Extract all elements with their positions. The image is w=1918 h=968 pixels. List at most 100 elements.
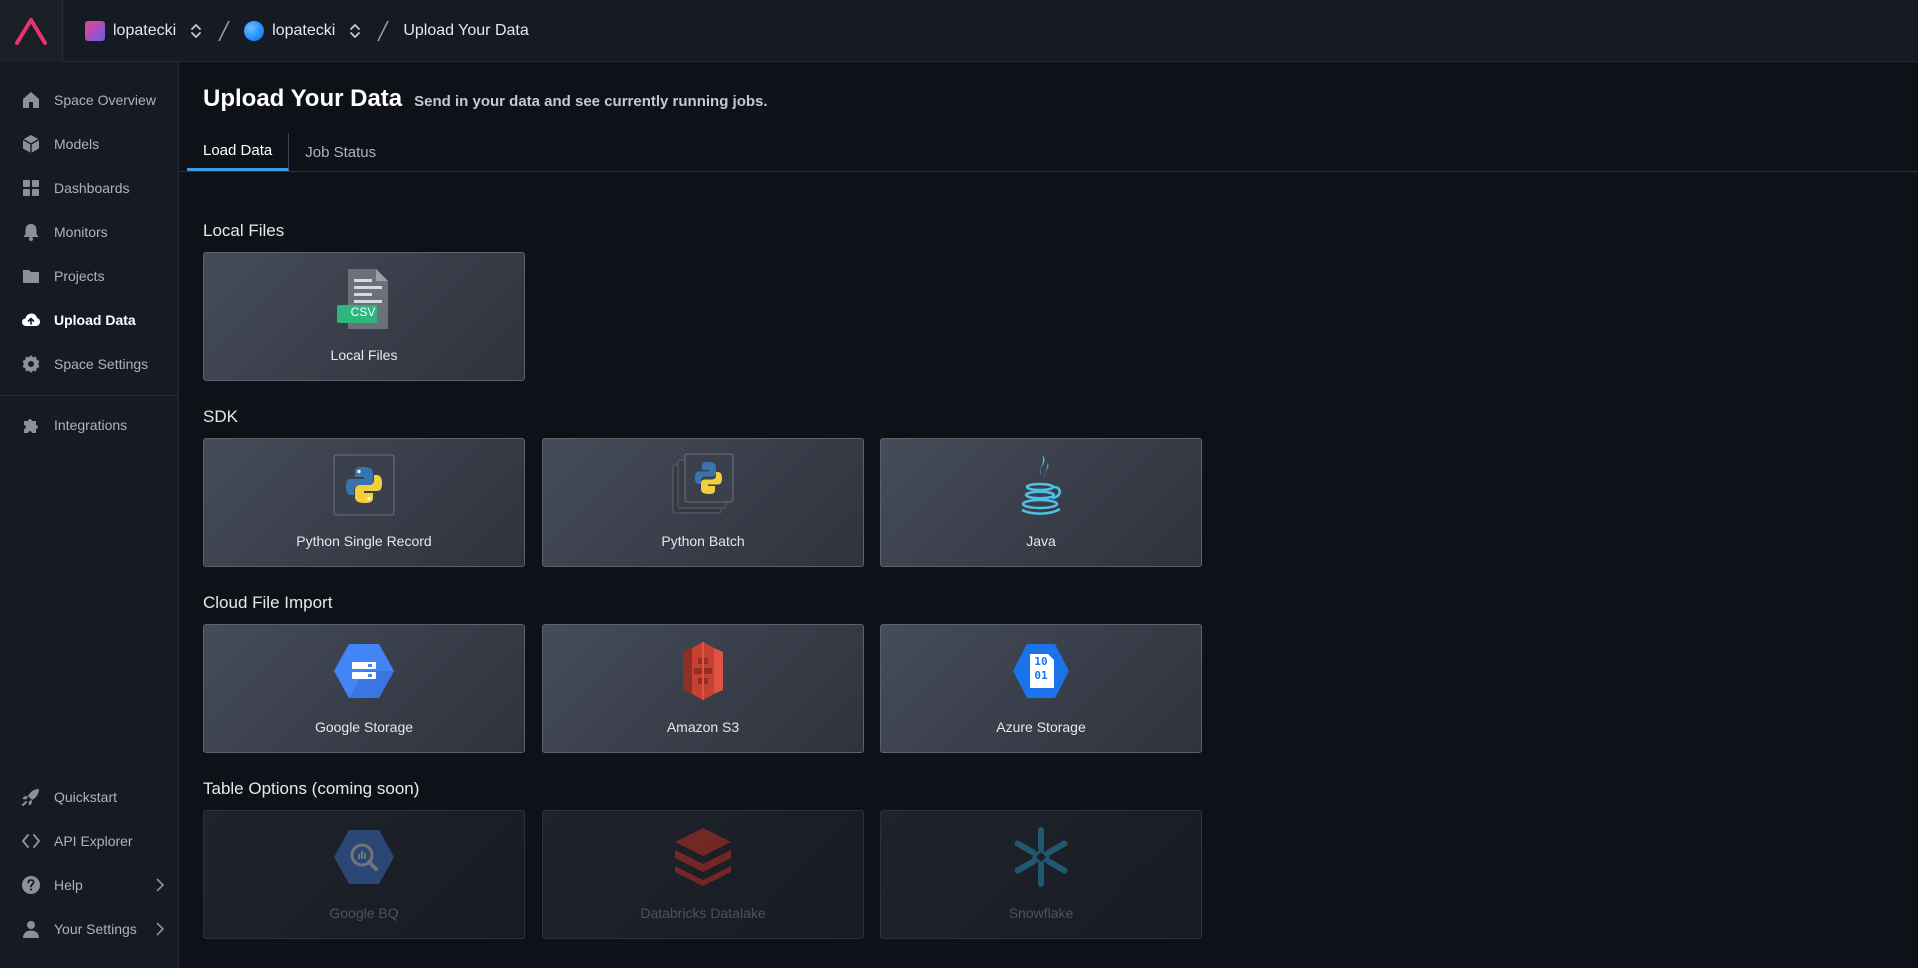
card-label: Snowflake bbox=[1008, 905, 1074, 921]
card-databricks-datalake: Databricks Datalake bbox=[542, 810, 864, 939]
card-label: Databricks Datalake bbox=[640, 905, 766, 921]
user-icon bbox=[20, 918, 42, 940]
card-local-files[interactable]: CSV Local Files bbox=[203, 252, 525, 381]
sidebar-item-label: Monitors bbox=[54, 224, 108, 240]
card-label: Python Single Record bbox=[296, 533, 432, 549]
amazon-s3-icon bbox=[543, 639, 863, 703]
breadcrumb-separator bbox=[214, 17, 234, 45]
card-snowflake: Snowflake bbox=[880, 810, 1202, 939]
top-bar: lopatecki lopatecki Upload Your Data bbox=[0, 0, 1918, 62]
sidebar-item-quickstart[interactable]: Quickstart bbox=[0, 777, 179, 817]
tabs-divider bbox=[180, 171, 1918, 172]
sidebar-item-integrations[interactable]: Integrations bbox=[0, 405, 179, 445]
google-storage-icon bbox=[204, 639, 524, 703]
code-icon bbox=[20, 830, 42, 852]
page-subtitle: Send in your data and see currently runn… bbox=[414, 93, 768, 110]
section-title-sdk: SDK bbox=[203, 407, 238, 426]
tab-job-status[interactable]: Job Status bbox=[289, 133, 392, 171]
sidebar-item-models[interactable]: Models bbox=[0, 124, 179, 164]
java-icon bbox=[881, 453, 1201, 517]
sidebar-item-label: Space Overview bbox=[54, 92, 156, 108]
card-azure-storage[interactable]: 10 01 Azure Storage bbox=[880, 624, 1202, 753]
chevron-right-icon bbox=[156, 878, 165, 892]
sidebar-item-dashboards[interactable]: Dashboards bbox=[0, 168, 179, 208]
sidebar-item-label: Help bbox=[54, 877, 83, 893]
card-google-storage[interactable]: Google Storage bbox=[203, 624, 525, 753]
csv-file-icon: CSV bbox=[204, 267, 524, 331]
sidebar-item-monitors[interactable]: Monitors bbox=[0, 212, 179, 252]
space-switcher[interactable]: lopatecki bbox=[244, 21, 363, 41]
sidebar-item-label: Your Settings bbox=[54, 921, 137, 937]
section-title-table-options: Table Options (coming soon) bbox=[203, 779, 420, 798]
sidebar: Space Overview Models Dashboards Monitor… bbox=[0, 62, 179, 968]
org-avatar bbox=[85, 21, 105, 41]
card-label: Azure Storage bbox=[996, 719, 1086, 735]
section-title-local-files: Local Files bbox=[203, 221, 285, 240]
sidebar-item-upload-data[interactable]: Upload Data bbox=[0, 300, 179, 340]
sidebar-item-label: Projects bbox=[54, 268, 105, 284]
csv-badge-label: CSV bbox=[350, 305, 376, 319]
sidebar-item-label: Integrations bbox=[54, 417, 128, 433]
arize-logo-icon bbox=[15, 18, 47, 45]
chevron-right-icon bbox=[156, 922, 165, 936]
card-python-single-record[interactable]: Python Single Record bbox=[203, 438, 525, 567]
sidebar-divider bbox=[0, 395, 179, 396]
bigquery-icon bbox=[204, 825, 524, 889]
rocket-icon bbox=[20, 786, 42, 808]
card-label: Local Files bbox=[330, 347, 398, 363]
page-header: Upload Your Data Send in your data and s… bbox=[203, 85, 768, 113]
databricks-icon bbox=[543, 825, 863, 889]
card-python-batch[interactable]: Python Batch bbox=[542, 438, 864, 567]
sidebar-item-space-overview[interactable]: Space Overview bbox=[0, 80, 179, 120]
card-label: Amazon S3 bbox=[666, 719, 740, 735]
sidebar-item-label: Space Settings bbox=[54, 356, 149, 372]
bell-icon bbox=[20, 221, 42, 243]
breadcrumb-separator bbox=[373, 17, 393, 45]
tab-bar: Load Data Job Status bbox=[187, 133, 392, 171]
python-icon bbox=[204, 453, 524, 517]
gear-icon bbox=[20, 353, 42, 375]
sidebar-item-api-explorer[interactable]: API Explorer bbox=[0, 821, 179, 861]
page-title: Upload Your Data bbox=[203, 85, 403, 112]
card-java[interactable]: Java bbox=[880, 438, 1202, 567]
sidebar-item-your-settings[interactable]: Your Settings bbox=[0, 909, 179, 949]
sidebar-item-projects[interactable]: Projects bbox=[0, 256, 179, 296]
sidebar-item-label: Quickstart bbox=[54, 789, 118, 805]
chevron-updown-icon bbox=[350, 24, 361, 38]
tab-load-data[interactable]: Load Data bbox=[187, 133, 290, 171]
breadcrumb-current-page: Upload Your Data bbox=[403, 22, 529, 39]
folder-icon bbox=[20, 265, 42, 287]
home-icon bbox=[20, 89, 42, 111]
card-label: Java bbox=[1026, 533, 1056, 549]
sidebar-item-label: Models bbox=[54, 136, 100, 152]
cube-icon bbox=[20, 133, 42, 155]
org-switcher[interactable]: lopatecki bbox=[85, 21, 204, 41]
sidebar-item-label: Dashboards bbox=[54, 180, 130, 196]
card-amazon-s3[interactable]: Amazon S3 bbox=[542, 624, 864, 753]
breadcrumb: lopatecki lopatecki Upload Your Data bbox=[85, 0, 529, 62]
card-label: Python Batch bbox=[661, 533, 745, 549]
sidebar-item-help[interactable]: Help bbox=[0, 865, 179, 905]
chevron-updown-icon bbox=[191, 24, 202, 38]
snowflake-icon bbox=[881, 825, 1201, 889]
python-batch-icon bbox=[543, 453, 863, 517]
card-google-bq: Google BQ bbox=[203, 810, 525, 939]
space-name: lopatecki bbox=[272, 22, 336, 39]
main-content: Upload Your Data Send in your data and s… bbox=[180, 63, 1918, 968]
org-name: lopatecki bbox=[113, 22, 177, 39]
space-avatar bbox=[244, 21, 265, 41]
sidebar-item-space-settings[interactable]: Space Settings bbox=[0, 344, 179, 384]
sidebar-item-label: API Explorer bbox=[54, 833, 133, 849]
sidebar-item-label: Upload Data bbox=[54, 312, 136, 328]
azure-glyph-top: 10 bbox=[1034, 655, 1048, 668]
card-label: Google Storage bbox=[314, 719, 414, 735]
card-label: Google BQ bbox=[329, 905, 399, 921]
puzzle-icon bbox=[20, 414, 42, 436]
grid-icon bbox=[20, 177, 42, 199]
cloud-upload-icon bbox=[20, 309, 42, 331]
azure-glyph-bottom: 01 bbox=[1034, 669, 1048, 682]
section-title-cloud-file-import: Cloud File Import bbox=[203, 593, 333, 612]
app-logo[interactable] bbox=[0, 0, 63, 62]
help-icon bbox=[20, 874, 42, 896]
azure-storage-icon: 10 01 bbox=[881, 639, 1201, 703]
